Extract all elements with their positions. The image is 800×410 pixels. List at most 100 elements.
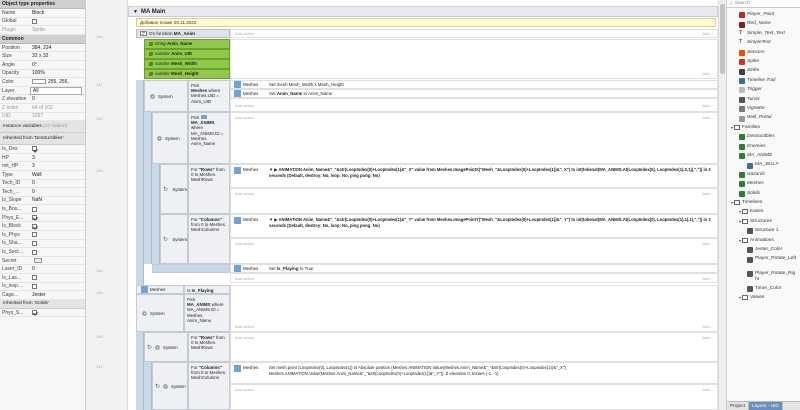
prop-angle-row[interactable]: Angle 0° — [0, 61, 85, 70]
tree-item[interactable]: Destructibles — [739, 134, 797, 141]
tree-item[interactable]: Structure 1 — [747, 228, 797, 235]
add-action-link[interactable]: Add action — [235, 324, 254, 329]
add-link[interactable]: Add... — [703, 71, 713, 76]
instance-var-checkbox[interactable] — [32, 223, 37, 229]
add-link[interactable]: Add... — [703, 324, 713, 329]
instance-var-value[interactable]: Wall — [30, 172, 85, 178]
action-row[interactable]: Meshes Set mesh point (LoopIndex(0), Loop… — [230, 362, 718, 384]
add-link[interactable]: Add... — [703, 387, 713, 392]
system-condition-object[interactable]: System — [136, 294, 184, 332]
prop-position-row[interactable]: Position 384, 224 — [0, 44, 85, 53]
subevent-indent-bar[interactable] — [136, 332, 144, 410]
instance-var-row[interactable]: mit_HP 3 — [0, 162, 85, 171]
instance-var-value[interactable]: 3 — [30, 163, 85, 169]
expand-triangle-icon[interactable]: ▾ — [739, 209, 741, 214]
collapse-triangle-icon[interactable]: ▼ — [133, 9, 138, 15]
tree-item[interactable]: Solids — [739, 191, 797, 197]
subevent-indent-bar[interactable] — [136, 80, 144, 290]
function-param[interactable]: string Anim_Name — [144, 39, 230, 49]
tree-item[interactable]: Strike — [739, 68, 797, 75]
add-action-row[interactable]: Add action Add... — [230, 332, 718, 362]
add-link[interactable]: Add... — [703, 115, 713, 120]
add-link[interactable]: Add... — [703, 276, 713, 281]
event-comment[interactable]: Добавил позже 28.11.2022 — [136, 18, 716, 27]
expand-triangle-icon[interactable]: ▾ — [739, 238, 741, 243]
instance-var-checkbox[interactable] — [32, 232, 37, 238]
add-link[interactable]: Add... — [703, 191, 713, 196]
add-action-link[interactable]: Add action — [235, 31, 254, 36]
add-action-row[interactable]: Add action Add... — [230, 238, 718, 264]
instance-var-row[interactable]: HP 3 — [0, 154, 85, 163]
meshes-condition-object[interactable]: Meshes — [136, 285, 184, 294]
global-checkbox[interactable] — [32, 18, 37, 24]
tree-item[interactable]: Red_Noise — [739, 21, 797, 28]
scrollbar-thumb[interactable] — [720, 4, 725, 74]
system-condition-object[interactable]: System — [144, 80, 188, 112]
tree-folder[interactable]: ▾ Structures — [739, 218, 797, 224]
tree-folder[interactable]: ▾ Eases — [739, 209, 797, 215]
expand-triangle-icon[interactable]: ▾ — [739, 219, 741, 224]
instance-var-checkbox[interactable] — [32, 146, 37, 152]
expand-triangle-icon[interactable]: ▾ — [731, 125, 733, 130]
add-action-row[interactable]: Add action Add... — [230, 29, 718, 38]
prop-global-row[interactable]: Global — [0, 18, 85, 27]
subevent-indent-bar[interactable] — [144, 362, 152, 410]
expand-triangle-icon[interactable]: ▾ — [731, 200, 733, 205]
instance-var-row[interactable]: Tech_... 0 — [0, 188, 85, 197]
phys-solid-checkbox[interactable] — [32, 310, 37, 316]
subevent-indent-bar[interactable] — [144, 112, 152, 264]
add-action-link[interactable]: Add action — [235, 241, 254, 246]
tree-item[interactable]: Jester_Color — [747, 247, 797, 254]
function-param[interactable]: number Mesh_Height — [144, 69, 230, 79]
instance-var-row[interactable]: Is_Las... — [0, 274, 85, 283]
tree-folder[interactable]: ▾ Timelines — [731, 200, 797, 205]
instance-var-row[interactable]: Is_Des — [0, 145, 85, 154]
add-action-link[interactable]: Add action — [235, 103, 254, 108]
is-condition[interactable]: Is Is_Playing — [184, 285, 230, 294]
function-param[interactable]: number Mesh_Width — [144, 59, 230, 69]
tree-item[interactable]: T SimpleText — [739, 40, 797, 46]
zelev-value[interactable]: 0 — [30, 96, 85, 102]
add-action-link[interactable]: Add action — [235, 115, 254, 120]
action-row[interactable]: Meshes Set mesh Mesh_Width x Mesh_Height — [230, 80, 718, 89]
tree-item[interactable]: Timeline Trail — [739, 78, 797, 85]
phys-solid-row[interactable]: Phys_S... — [0, 309, 85, 318]
instance-var-value[interactable]: 0 — [30, 266, 85, 272]
tree-item[interactable]: Player_Rotate_Left — [747, 256, 797, 263]
pick-condition[interactable]: Pick Meshes where Meshes.UID = Anim_UID — [188, 80, 230, 112]
add-action-row[interactable]: Add action Add... — [230, 188, 718, 214]
tree-item[interactable]: MA_ANIMS — [739, 153, 797, 160]
tree-folder[interactable]: ▾ Values — [739, 295, 797, 301]
tree-item[interactable]: Sensors — [739, 50, 797, 56]
instance-var-value[interactable]: 3 — [30, 155, 85, 161]
tree-item[interactable]: Turret — [739, 97, 797, 103]
inherited-solids-header[interactable]: Inherited from 'Solids' — [0, 299, 85, 309]
tree-item[interactable]: Wall_Portal — [739, 115, 797, 122]
tree-folder[interactable]: ▾ Animations — [739, 237, 797, 243]
tree-item[interactable]: T Simple_Text_Text — [739, 30, 797, 37]
function-event-condition[interactable]: On function MA_Anim — [136, 29, 230, 38]
add-action-link[interactable]: Add action — [235, 387, 254, 392]
tree-folder[interactable]: ▾ Families — [731, 124, 797, 130]
prop-size-row[interactable]: Size 32 x 32 — [0, 52, 85, 61]
instance-var-row[interactable]: Is_Block — [0, 222, 85, 232]
add-action-row[interactable]: Add action Add... — [230, 112, 718, 164]
add-link[interactable]: Add... — [703, 241, 713, 246]
add-action-link[interactable]: Add action — [235, 276, 254, 281]
instance-var-row[interactable]: Tech_ID 0 — [0, 180, 85, 189]
instance-var-value[interactable]: NaN — [30, 197, 85, 203]
layer-select[interactable]: All — [30, 86, 82, 95]
instance-var-checkbox[interactable] — [32, 240, 37, 246]
instance-var-value[interactable]: 0 — [30, 189, 85, 195]
instance-var-row[interactable]: Is_Sha... — [0, 240, 85, 249]
action-row[interactable]: Meshes ▼ ▶ ANIMATION Anim_Name&"_"&str(Lo… — [230, 214, 718, 238]
tab-project[interactable]: Project — [727, 402, 749, 410]
size-value[interactable]: 32 x 32 — [30, 53, 85, 59]
pick-condition[interactable]: Pick MA_ANIMS where MA_ANIMS.ID = Meshes… — [188, 112, 230, 164]
function-param[interactable]: number Anim_UID — [144, 49, 230, 59]
instance-var-checkbox[interactable] — [32, 283, 37, 289]
add-link[interactable]: Add... — [703, 31, 713, 36]
position-value[interactable]: 384, 224 — [30, 45, 85, 51]
instance-var-row[interactable]: Is_Slope NaN — [0, 197, 85, 206]
for-condition[interactable]: For "Rows" from 0 to Meshes. MeshRows — [188, 332, 230, 362]
